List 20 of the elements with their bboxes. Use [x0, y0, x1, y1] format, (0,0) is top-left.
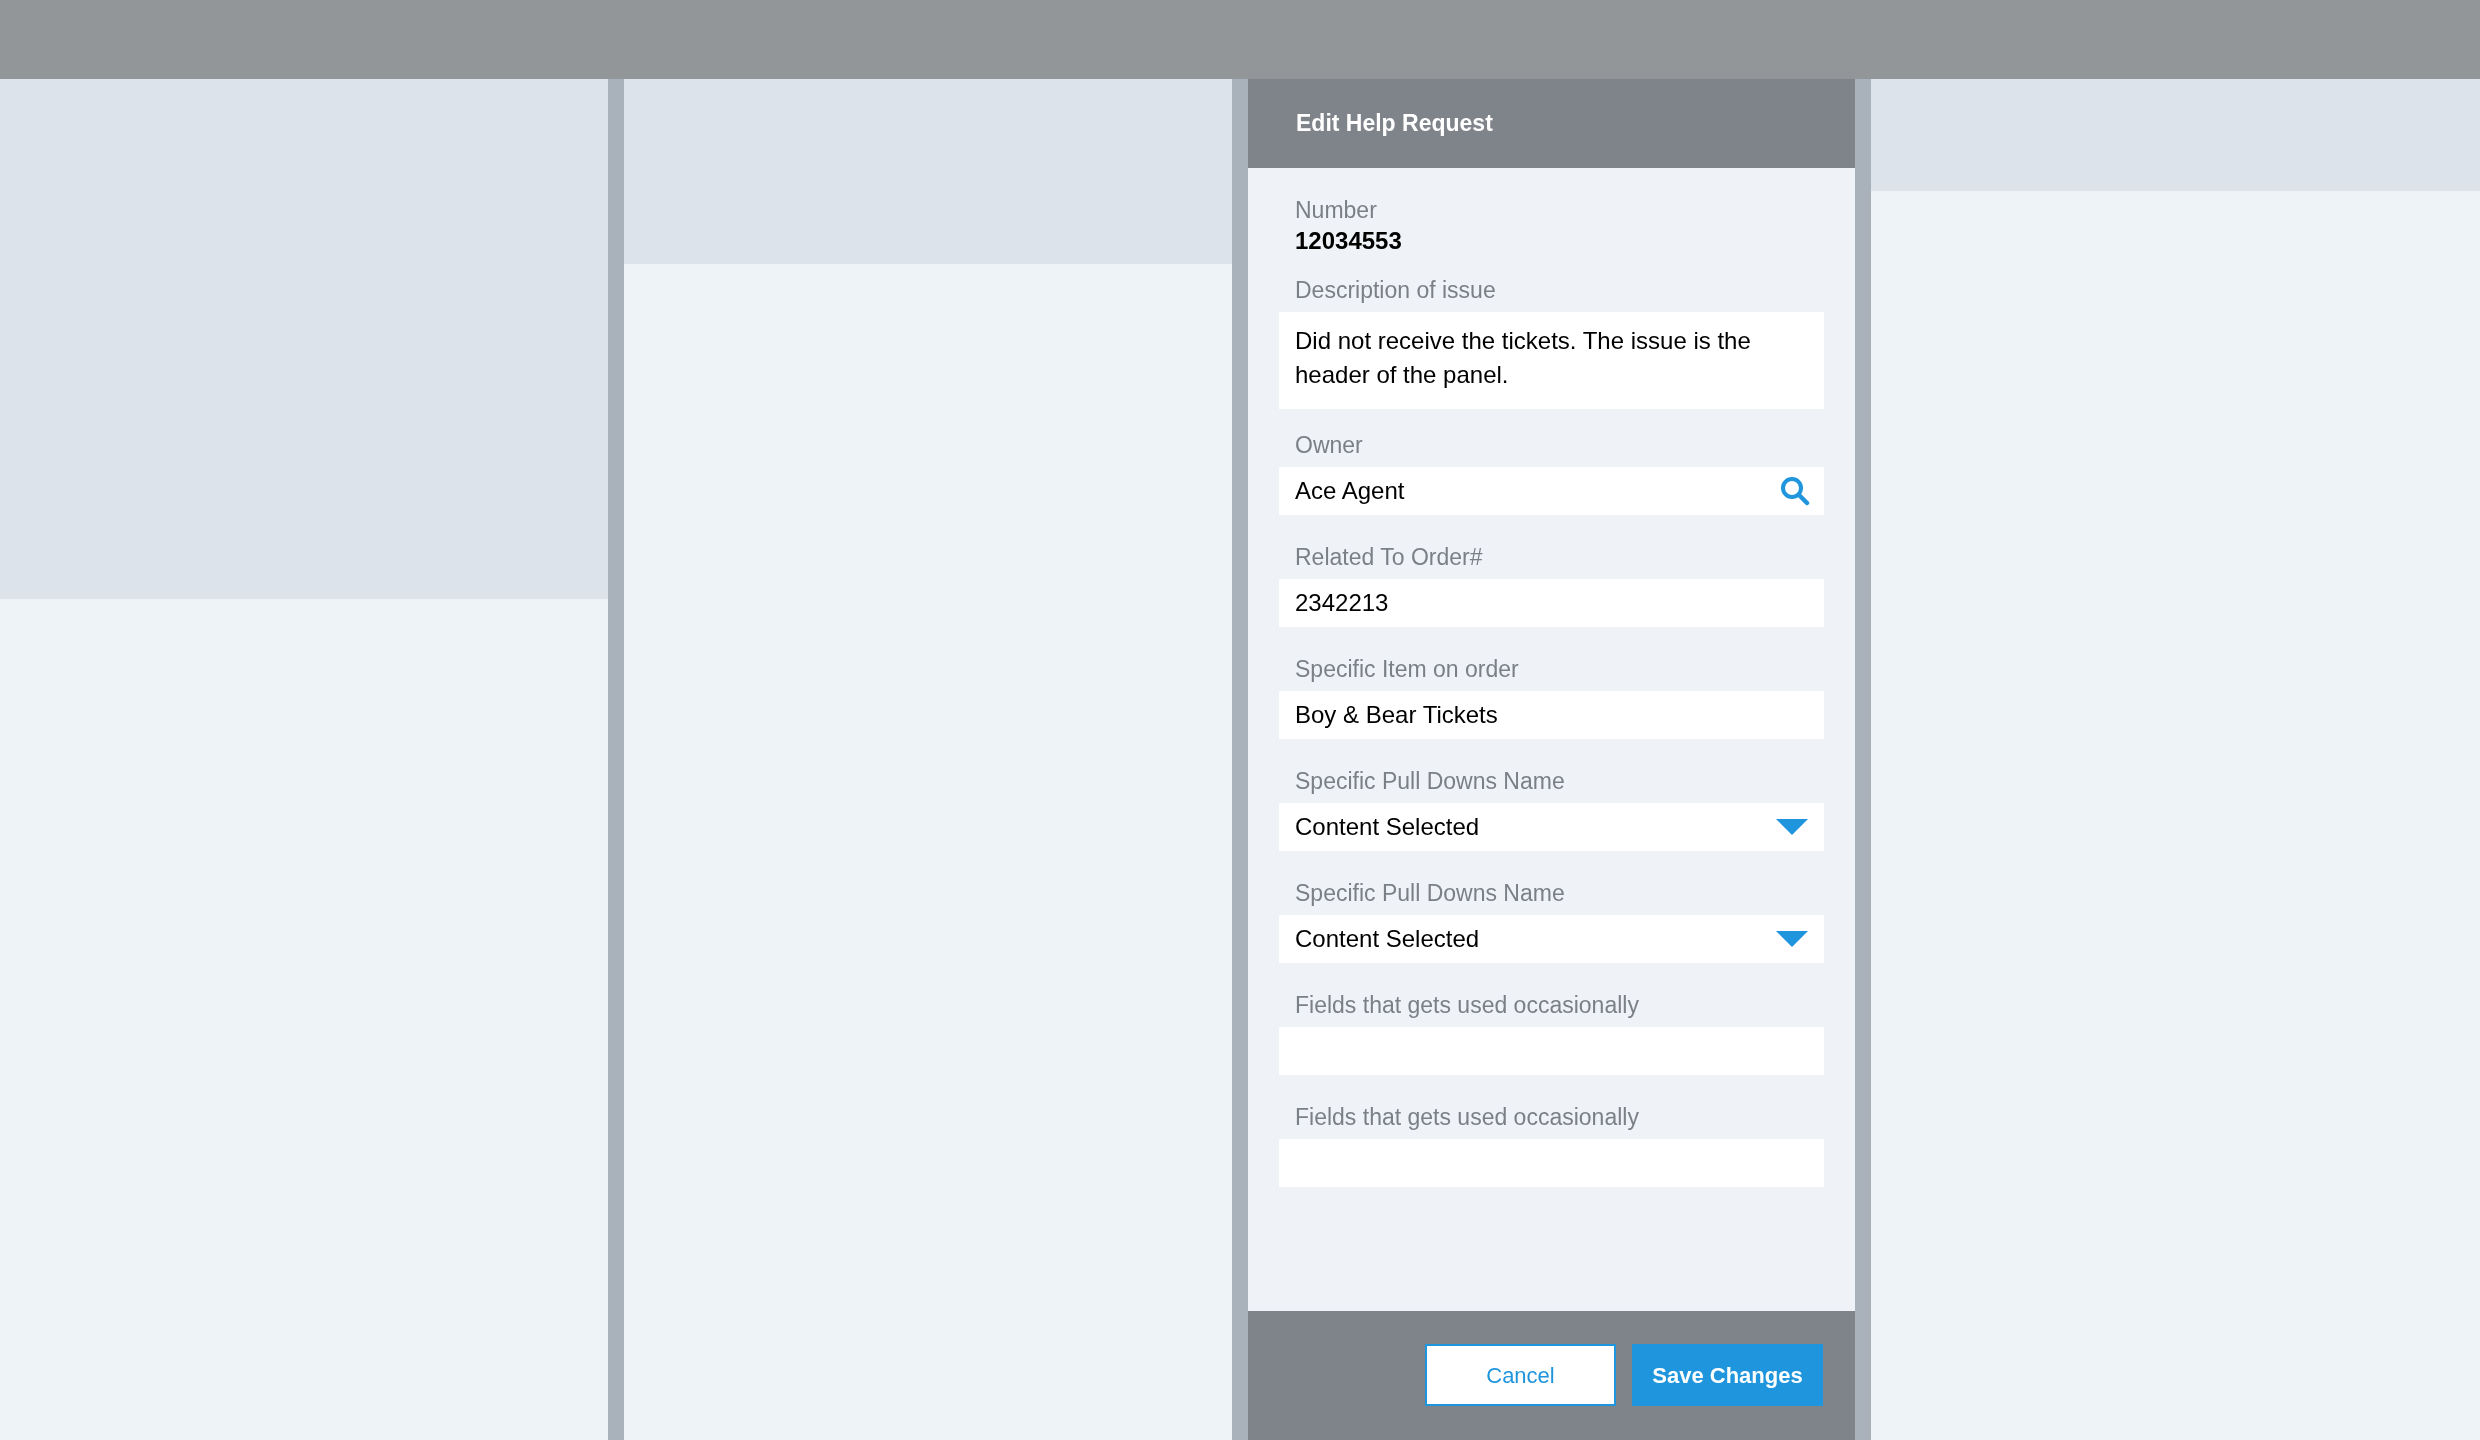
field-value: 12034553 [1294, 226, 1403, 256]
search-field[interactable]: Ace Agent [1279, 467, 1824, 515]
panel-title: Edit Help Request [1296, 109, 1493, 139]
field-label: Fields that gets used occasionally [1294, 991, 1640, 1019]
field-label: Related To Order# [1294, 543, 1484, 571]
search-icon[interactable] [1780, 476, 1810, 506]
text-area[interactable]: Did not receive the tickets. The issue is the header of the panel. [1279, 312, 1824, 409]
field-label: Description of issue [1294, 276, 1497, 304]
field-label: Number [1294, 196, 1378, 224]
input-field[interactable]: 2342213 [1279, 579, 1824, 627]
field-label: Specific Pull Downs Name [1294, 767, 1566, 795]
dropdown-field[interactable]: Content Selected [1279, 803, 1824, 851]
input-field[interactable]: Boy & Bear Tickets [1279, 691, 1824, 739]
dropdown-field[interactable]: Content Selected [1279, 915, 1824, 963]
caret-down-icon [1776, 819, 1808, 835]
field-label: Owner [1294, 431, 1364, 459]
field-label: Specific Item on order [1294, 655, 1520, 683]
field-label: Fields that gets used occasionally [1294, 1103, 1640, 1131]
field-label: Specific Pull Downs Name [1294, 879, 1566, 907]
caret-down-icon [1776, 931, 1808, 947]
